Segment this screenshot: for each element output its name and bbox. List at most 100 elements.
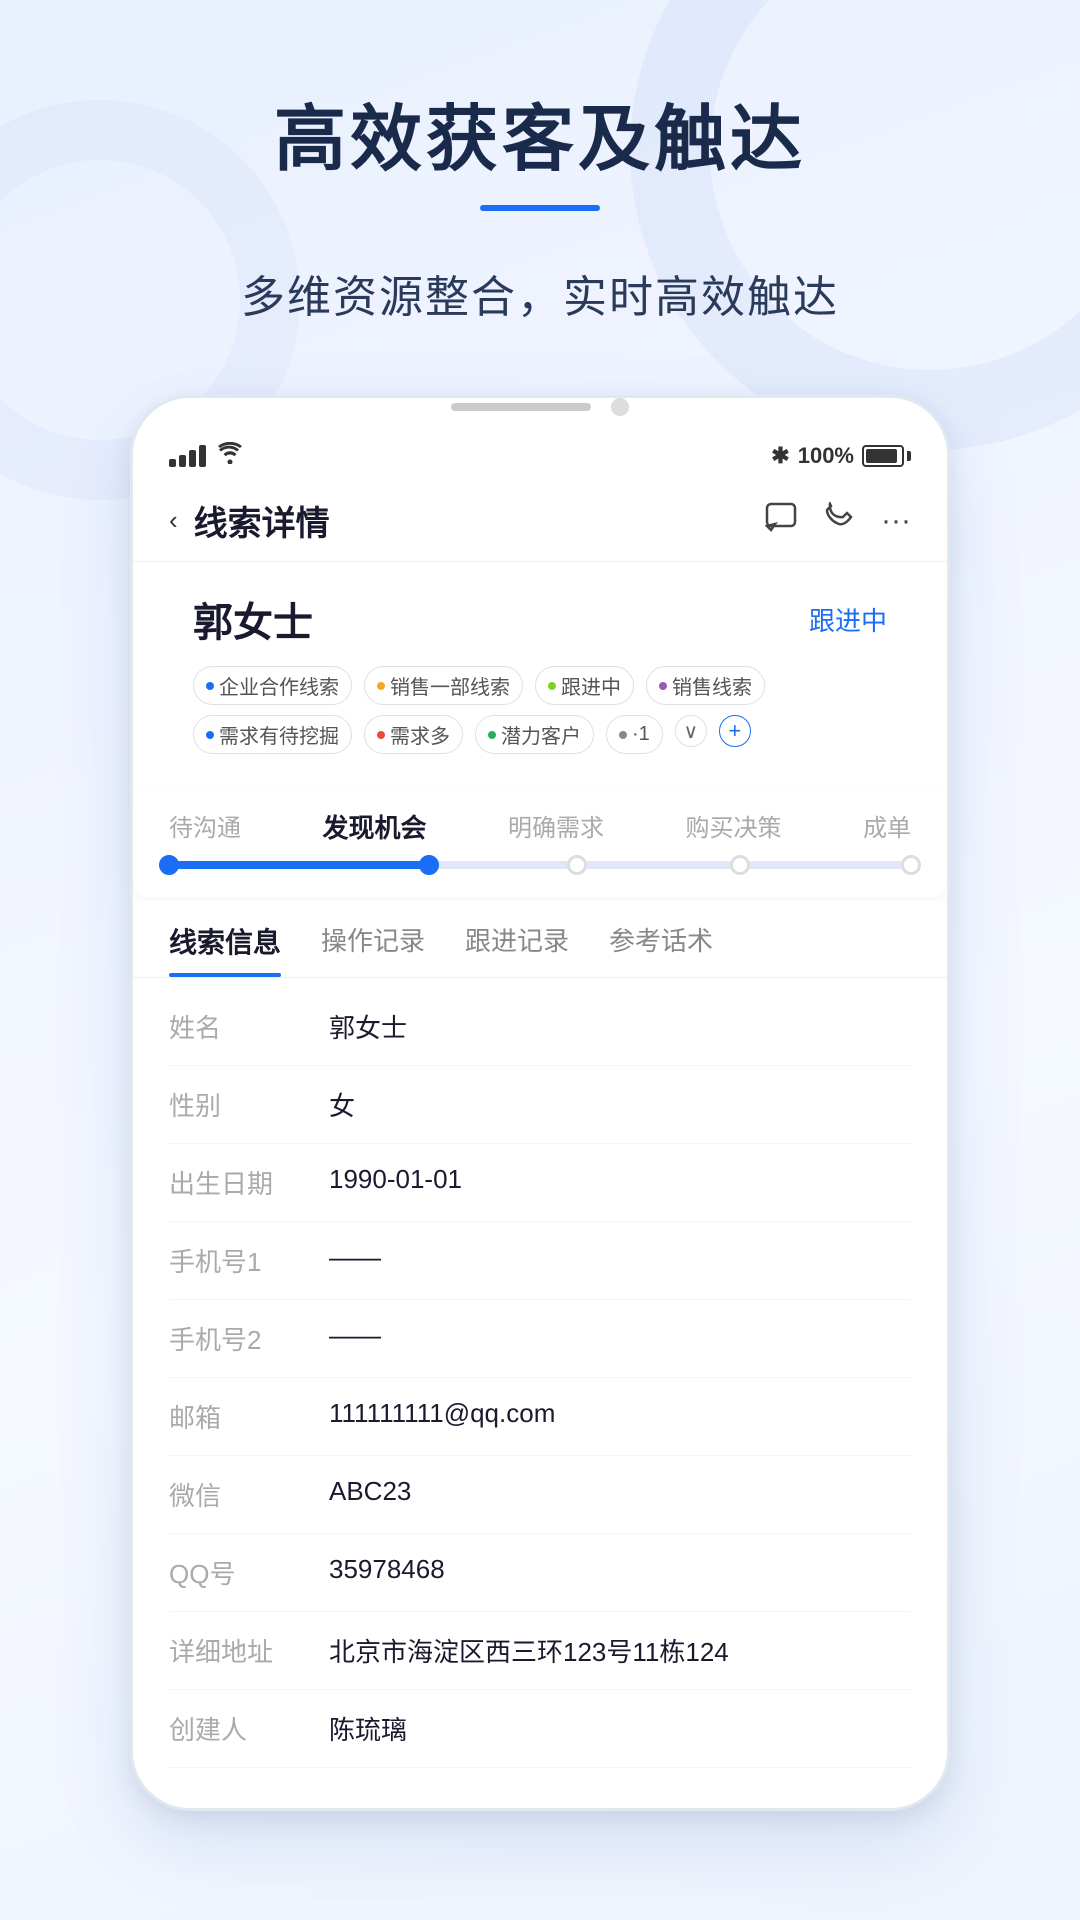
tag-dot-6: [377, 731, 385, 739]
battery-icon: [862, 445, 911, 467]
tag-dot-7: [488, 731, 496, 739]
label-creator: 创建人: [169, 1710, 329, 1747]
value-phone2: ——: [329, 1320, 911, 1351]
value-gender: 女: [329, 1086, 911, 1123]
info-list: 姓名 郭女士 性别 女 出生日期 1990-01-01 手机号1 —— 手机号2: [133, 978, 947, 1808]
value-phone1: ——: [329, 1242, 911, 1273]
contact-status: 跟进中: [809, 601, 887, 638]
tag-dot-2: [377, 682, 385, 690]
tag-2[interactable]: 销售一部线索: [364, 666, 523, 705]
notch-bar: [133, 398, 947, 424]
tag-7[interactable]: 潜力客户: [475, 715, 594, 754]
tag-label-5: 需求有待挖掘: [219, 720, 339, 749]
label-birthday: 出生日期: [169, 1164, 329, 1201]
nav-left: ‹ 线索详情: [169, 496, 330, 545]
tab-decision[interactable]: 购买决策: [685, 808, 781, 845]
contact-header: 郭女士 跟进中: [193, 590, 887, 648]
back-button[interactable]: ‹: [169, 505, 178, 536]
signal-bar-4: [199, 445, 206, 467]
phone-icon[interactable]: [825, 502, 853, 540]
signal-bar-2: [179, 455, 186, 467]
progress-bar-track: [169, 861, 911, 869]
signal-icon: [169, 445, 206, 467]
tab-opportunity[interactable]: 发现机会: [322, 808, 426, 845]
info-tab-clue[interactable]: 线索信息: [169, 901, 281, 977]
tag-6[interactable]: 需求多: [364, 715, 463, 754]
progress-dot-55: [567, 855, 587, 875]
tag-label-4: 销售线索: [672, 671, 752, 700]
info-row-creator: 创建人 陈琉璃: [169, 1690, 911, 1768]
info-tab-script[interactable]: 参考话术: [609, 901, 713, 977]
progress-dot-35: [419, 855, 439, 875]
progress-dot-100: [901, 855, 921, 875]
tag-label-3: 跟进中: [561, 671, 621, 700]
value-birthday: 1990-01-01: [329, 1164, 911, 1195]
tag-label-7: 潜力客户: [501, 720, 581, 749]
value-wechat: ABC23: [329, 1476, 911, 1507]
label-phone1: 手机号1: [169, 1242, 329, 1279]
more-icon[interactable]: ···: [881, 504, 911, 538]
status-right: ✱ 100%: [771, 443, 911, 469]
tag-5[interactable]: 需求有待挖掘: [193, 715, 352, 754]
progress-dot-0: [159, 855, 179, 875]
tab-closed[interactable]: 成单: [863, 808, 911, 845]
tag-dot-5: [206, 731, 214, 739]
label-email: 邮箱: [169, 1398, 329, 1435]
value-name: 郭女士: [329, 1008, 911, 1045]
battery-tip: [907, 451, 911, 461]
info-row-qq: QQ号 35978468: [169, 1534, 911, 1612]
tag-dot-4: [659, 682, 667, 690]
tag-dot-8: [619, 731, 627, 739]
status-bar: ✱ 100%: [133, 424, 947, 480]
battery-body: [862, 445, 904, 467]
notch-circle: [611, 398, 629, 416]
signal-bar-1: [169, 459, 176, 467]
tag-3[interactable]: 跟进中: [535, 666, 634, 705]
tag-label-1: 企业合作线索: [219, 671, 339, 700]
signal-bar-3: [189, 450, 196, 467]
tag-8[interactable]: ·1: [606, 715, 663, 754]
hero-subtitle: 多维资源整合，实时高效触达: [241, 261, 839, 325]
progress-tabs: 待沟通 发现机会 明确需求 购买决策 成单: [169, 808, 911, 845]
info-row-name: 姓名 郭女士: [169, 988, 911, 1066]
info-tab-followup[interactable]: 跟进记录: [465, 901, 569, 977]
info-row-wechat: 微信 ABC23: [169, 1456, 911, 1534]
battery-percent: 100%: [798, 443, 854, 469]
label-qq: QQ号: [169, 1554, 329, 1591]
tab-needs[interactable]: 明确需求: [508, 808, 604, 845]
tag-expand-button[interactable]: ∨: [675, 715, 707, 747]
hero-underline: [480, 205, 600, 211]
tags-row-1: 企业合作线索 销售一部线索 跟进中 销售线索: [193, 666, 887, 705]
nav-bar: ‹ 线索详情 ···: [133, 480, 947, 562]
value-qq: 35978468: [329, 1554, 911, 1585]
contact-card: 郭女士 跟进中 企业合作线索 销售一部线索 跟进中: [157, 562, 923, 784]
contact-name: 郭女士: [193, 590, 313, 648]
label-phone2: 手机号2: [169, 1320, 329, 1357]
tag-4[interactable]: 销售线索: [646, 666, 765, 705]
tab-pending[interactable]: 待沟通: [169, 808, 241, 845]
progress-bar-fill: [169, 861, 429, 869]
tag-label-2: 销售一部线索: [390, 671, 510, 700]
info-row-email: 邮箱 111111111@qq.com: [169, 1378, 911, 1456]
message-icon[interactable]: [765, 502, 797, 540]
battery-fill: [866, 449, 897, 463]
tag-1[interactable]: 企业合作线索: [193, 666, 352, 705]
wifi-icon: [216, 442, 244, 470]
tag-dot-3: [548, 682, 556, 690]
tags-row-2: 需求有待挖掘 需求多 潜力客户 ·1 ∨ +: [193, 715, 887, 754]
progress-section: 待沟通 发现机会 明确需求 购买决策 成单: [133, 788, 947, 897]
tag-label-8: ·1: [632, 723, 650, 746]
info-row-birthday: 出生日期 1990-01-01: [169, 1144, 911, 1222]
info-tab-ops[interactable]: 操作记录: [321, 901, 425, 977]
info-row-gender: 性别 女: [169, 1066, 911, 1144]
bluetooth-icon: ✱: [771, 443, 789, 469]
label-gender: 性别: [169, 1086, 329, 1123]
phone-frame: ✱ 100% ‹ 线索详情: [130, 395, 950, 1811]
label-name: 姓名: [169, 1008, 329, 1045]
value-email: 111111111@qq.com: [329, 1398, 911, 1429]
label-address: 详细地址: [169, 1632, 329, 1669]
tag-label-6: 需求多: [390, 720, 450, 749]
hero-title: 高效获客及触达: [274, 80, 806, 185]
tag-add-button[interactable]: +: [719, 715, 751, 747]
info-tabs: 线索信息 操作记录 跟进记录 参考话术: [133, 901, 947, 978]
